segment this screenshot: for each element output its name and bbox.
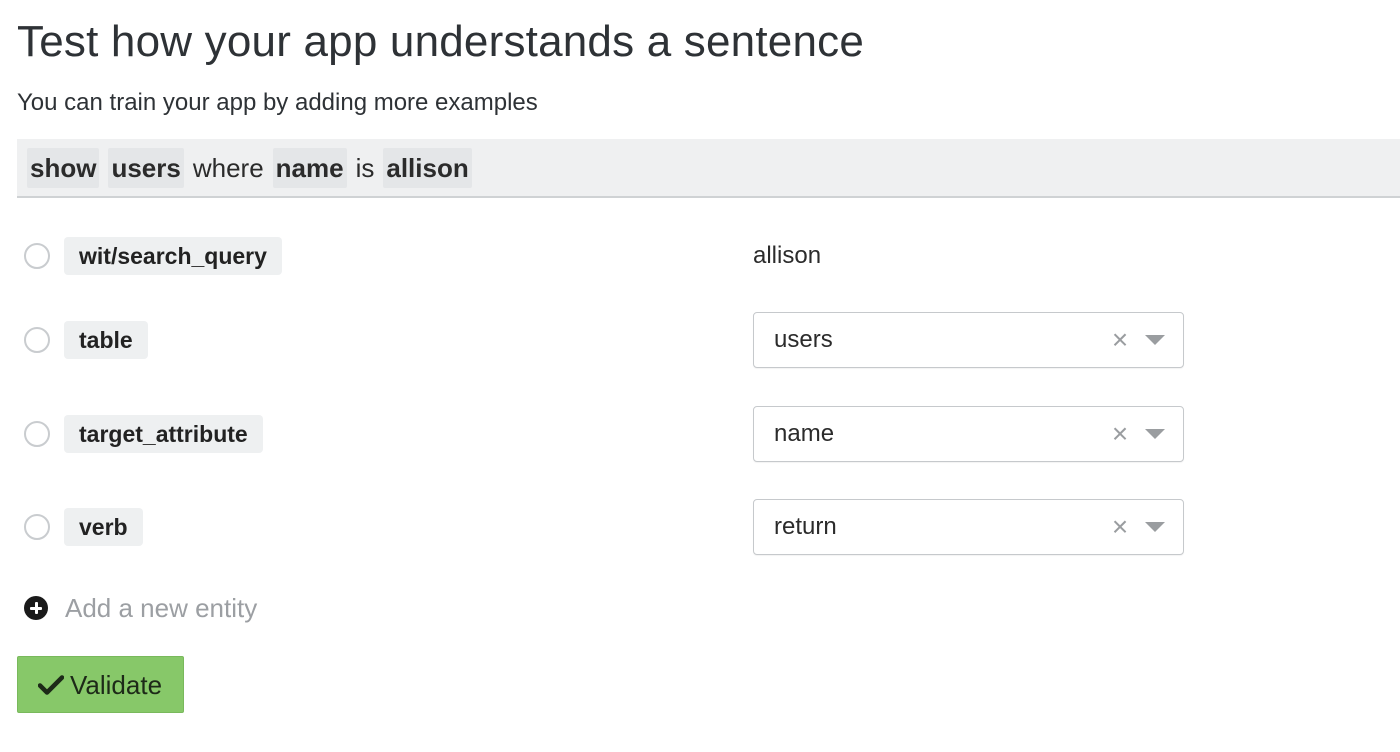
add-entity-link[interactable]: Add a new entity — [24, 592, 257, 624]
entity-value-text: allison — [753, 242, 822, 269]
validate-label: Validate — [70, 669, 163, 700]
sentence-token-entity[interactable]: name — [272, 147, 347, 188]
chevron-down-icon[interactable] — [1145, 335, 1165, 345]
entity-radio[interactable] — [24, 421, 50, 447]
page-title: Test how your app understands a sentence — [17, 17, 864, 66]
clear-icon[interactable]: × — [1108, 325, 1132, 355]
sentence-token[interactable]: where — [193, 148, 264, 188]
entity-row-verb: verb return × — [0, 499, 1400, 555]
clear-icon[interactable]: × — [1108, 512, 1132, 542]
sentence-bar[interactable]: show users where name is allison — [17, 139, 1400, 198]
entity-row-target-attribute: target_attribute name × — [0, 406, 1400, 462]
chevron-down-icon[interactable] — [1145, 429, 1165, 439]
entity-name-chip: table — [64, 321, 148, 359]
select-value: return — [774, 513, 837, 540]
sentence-token[interactable]: is — [356, 148, 375, 188]
clear-icon[interactable]: × — [1108, 419, 1132, 449]
sentence-token-entity[interactable]: allison — [383, 147, 472, 188]
entity-row-table: table users × — [0, 312, 1400, 368]
sentence-token-entity[interactable]: users — [108, 147, 184, 188]
entity-name-chip: target_attribute — [64, 415, 263, 453]
plus-circle-icon[interactable] — [24, 596, 48, 620]
select-value: name — [774, 420, 835, 447]
entity-value-select[interactable]: return × — [753, 499, 1184, 555]
entity-radio[interactable] — [24, 327, 50, 353]
validate-button[interactable]: Validate — [17, 656, 184, 713]
entity-name-chip: verb — [64, 508, 143, 546]
entity-value-select[interactable]: name × — [753, 406, 1184, 462]
entity-row-search-query: wit/search_query allison — [0, 228, 1400, 284]
chevron-down-icon[interactable] — [1145, 522, 1165, 532]
entity-radio[interactable] — [24, 243, 50, 269]
entity-value-select[interactable]: users × — [753, 312, 1184, 368]
add-entity-label[interactable]: Add a new entity — [65, 592, 257, 624]
select-value: users — [774, 326, 833, 353]
sentence-token-entity[interactable]: show — [27, 147, 100, 188]
check-icon — [38, 674, 64, 695]
page-subtitle: You can train your app by adding more ex… — [17, 89, 538, 116]
entity-radio[interactable] — [24, 514, 50, 540]
entity-name-chip: wit/search_query — [64, 237, 282, 275]
page: Test how your app understands a sentence… — [0, 0, 1400, 752]
